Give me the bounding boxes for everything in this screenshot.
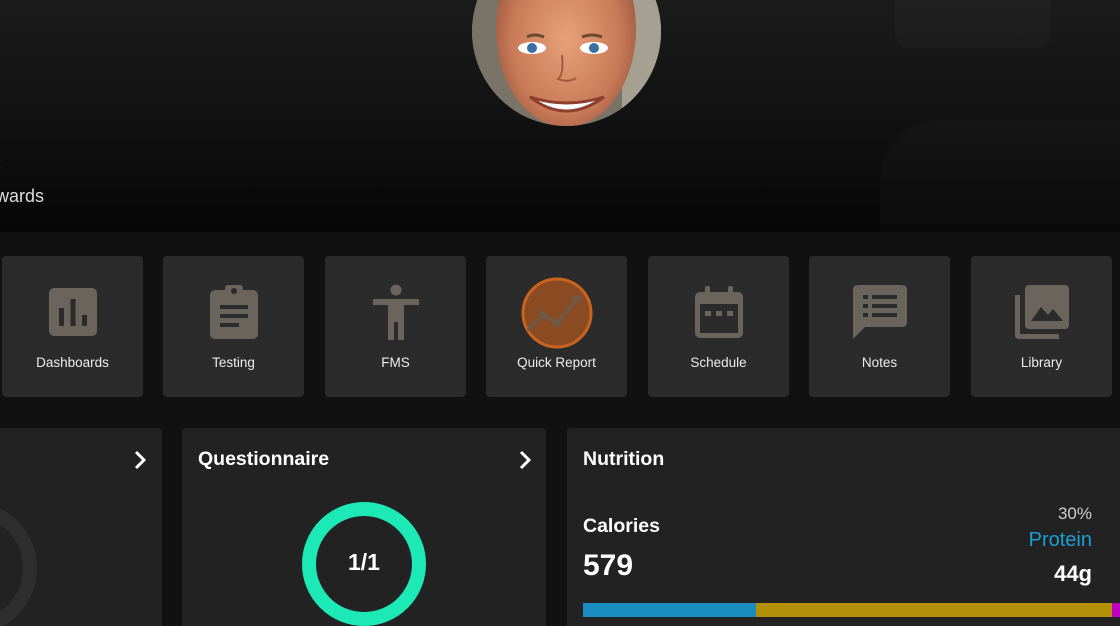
person-standing-icon bbox=[366, 282, 426, 342]
tile-notes[interactable]: Notes bbox=[809, 256, 950, 397]
tile-label: Testing bbox=[212, 355, 255, 370]
macro-grams: 44g bbox=[1054, 561, 1092, 586]
trending-line-icon bbox=[521, 277, 593, 349]
tile-label: Schedule bbox=[690, 355, 747, 370]
decorative-shape bbox=[880, 120, 1120, 232]
macro-percent: 30% bbox=[1057, 504, 1092, 523]
athlete-name: e bbox=[0, 150, 1, 181]
partial-card[interactable] bbox=[0, 428, 162, 626]
card-title: Nutrition bbox=[583, 448, 665, 470]
macro-split-bar bbox=[583, 603, 1120, 617]
athlete-position: orwards bbox=[0, 186, 45, 206]
tile-label: Dashboards bbox=[36, 355, 109, 370]
calories-value: 579 bbox=[583, 549, 634, 582]
tile-schedule[interactable]: Schedule bbox=[648, 256, 789, 397]
macro-name: Protein bbox=[1028, 529, 1092, 551]
progress-ring bbox=[0, 508, 37, 626]
chevron-right-icon[interactable] bbox=[128, 448, 152, 472]
calories-label: Calories bbox=[583, 515, 660, 537]
questionnaire-card[interactable]: Questionnaire 1/1 bbox=[182, 428, 546, 626]
tile-label: Library bbox=[1020, 355, 1063, 370]
bar-chart-icon bbox=[43, 282, 103, 342]
chevron-right-icon[interactable] bbox=[513, 448, 537, 472]
clipboard-icon bbox=[204, 282, 264, 342]
tile-label: Quick Report bbox=[517, 355, 596, 370]
macro-segment-protein bbox=[583, 603, 756, 617]
tile-testing[interactable]: Testing bbox=[163, 256, 304, 397]
athlete-avatar[interactable] bbox=[472, 0, 661, 126]
tile-label: Notes bbox=[861, 355, 898, 370]
tile-quick-report[interactable]: Quick Report bbox=[486, 256, 627, 397]
tile-label: FMS bbox=[381, 355, 410, 370]
athlete-header: e orwards bbox=[0, 0, 1120, 232]
tile-fms[interactable]: FMS bbox=[325, 256, 466, 397]
decorative-shape bbox=[895, 0, 1051, 48]
questionnaire-progress-text: 1/1 bbox=[348, 549, 380, 575]
nutrition-card[interactable]: Nutrition Calories 579 30% Protein 44g bbox=[567, 428, 1120, 626]
macro-segment-carbs bbox=[755, 603, 1113, 617]
chat-list-icon bbox=[850, 282, 910, 342]
card-title: Questionnaire bbox=[198, 448, 330, 470]
tile-library[interactable]: Library bbox=[971, 256, 1112, 397]
photo-library-icon bbox=[1012, 282, 1072, 342]
tile-dashboards[interactable]: Dashboards bbox=[2, 256, 143, 397]
calendar-icon bbox=[689, 282, 749, 342]
avatar-photo bbox=[472, 0, 661, 126]
macro-segment-fat bbox=[1112, 603, 1120, 617]
feature-tiles: Dashboards Testing FMS Quick Report Sche… bbox=[0, 256, 1120, 397]
